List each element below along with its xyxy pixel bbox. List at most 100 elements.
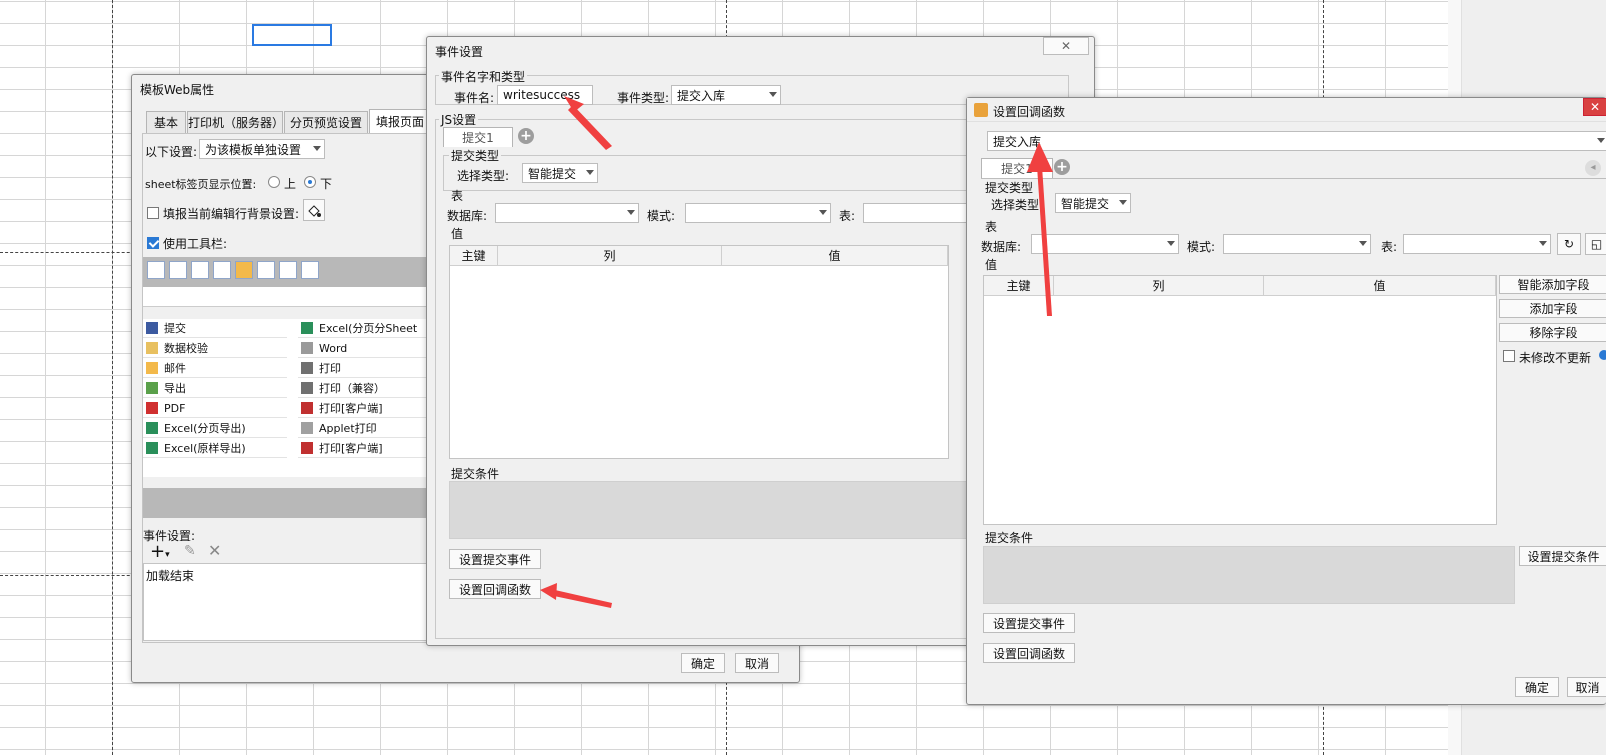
tab-divider [981, 178, 1606, 179]
tab-printer[interactable]: 打印机（服务器） [187, 111, 284, 133]
set-condition-button[interactable]: 设置提交条件 [1519, 546, 1606, 566]
add-event-button[interactable]: +▾ [150, 541, 170, 562]
event-type-label: 事件类型: [617, 91, 670, 105]
close-button[interactable]: ✕ [1043, 37, 1089, 55]
select-type-combo[interactable]: 智能提交 [1055, 193, 1131, 213]
sheet-pos-label: sheet标签页显示位置: [145, 178, 257, 191]
list-item[interactable]: 打印[客户端] [298, 439, 431, 458]
callback-dialog: 设置回调函数 ✕ 提交入库 提交1 + ◂ 提交类型 选择类型: 智能提交 表 … [966, 97, 1606, 705]
column-header[interactable]: 主键 [984, 276, 1054, 296]
ok-button[interactable]: 确定 [1515, 677, 1559, 697]
value-table[interactable]: 主键 列 值 [983, 275, 1497, 525]
tab-basic[interactable]: 基本 [146, 111, 186, 133]
cancel-button[interactable]: 取消 [735, 653, 779, 673]
expand-button[interactable]: ◱ [1585, 233, 1606, 255]
column-header[interactable]: 列 [498, 246, 722, 266]
setting-value: 为该模板单独设置 [205, 142, 302, 157]
database-select[interactable] [1031, 234, 1179, 254]
table-select[interactable] [863, 203, 973, 223]
tab-submit1[interactable]: 提交1 [443, 127, 513, 147]
check-icon [169, 261, 187, 279]
list-item[interactable]: 打印（兼容） [298, 379, 431, 398]
list-item[interactable]: PDF [143, 399, 287, 418]
table-label: 表: [839, 209, 856, 223]
chevron-down-icon [627, 210, 635, 215]
set-callback-button[interactable]: 设置回调函数 [449, 579, 541, 599]
js-group-label: JS设置 [439, 111, 479, 128]
setting-select[interactable]: 为该模板单独设置 [199, 139, 325, 159]
set-submit-event-button[interactable]: 设置提交事件 [983, 613, 1075, 633]
condition-area[interactable] [983, 546, 1515, 604]
column-header[interactable]: 列 [1054, 276, 1264, 296]
save-icon [147, 261, 165, 279]
cancel-button[interactable]: 取消 [1567, 677, 1606, 697]
list-item[interactable]: Excel(分页分Sheet [298, 319, 431, 338]
list-item[interactable]: Applet打印 [298, 419, 431, 438]
bg-setting-checkbox[interactable] [147, 207, 159, 219]
radio-up-label: 上 [284, 177, 297, 191]
list-item[interactable]: 打印 [298, 359, 431, 378]
list-item[interactable]: 导出 [143, 379, 287, 398]
tab-page-preview[interactable]: 分页预览设置 [284, 111, 368, 133]
event-item[interactable]: 加载结束 [146, 567, 194, 584]
database-select[interactable] [495, 203, 639, 223]
printer-icon [301, 382, 313, 394]
table-select[interactable] [1403, 234, 1551, 254]
toolbar-item-list[interactable]: 提交 数据校验 邮件 导出 PDF Excel(分页导出) Excel(原样导出… [143, 319, 431, 477]
smart-add-field-button[interactable]: 智能添加字段 [1499, 275, 1606, 294]
paint-bucket-button[interactable] [303, 199, 325, 221]
add-field-button[interactable]: 添加字段 [1499, 299, 1606, 318]
column-header[interactable]: 值 [1264, 276, 1496, 296]
event-type-select[interactable]: 提交入库 [671, 85, 781, 105]
callback-type-select[interactable]: 提交入库 [987, 131, 1606, 151]
set-callback-button[interactable]: 设置回调函数 [983, 643, 1075, 663]
table-label: 表: [1381, 240, 1398, 254]
refresh-button[interactable]: ↻ [1557, 233, 1581, 255]
event-name-label: 事件名: [454, 91, 495, 105]
scroll-left-icon[interactable]: ◂ [1585, 160, 1601, 176]
paint-bucket-icon [308, 205, 321, 217]
info-icon[interactable] [1599, 350, 1606, 360]
toolbar-checkbox[interactable] [147, 237, 159, 249]
add-tab-icon[interactable]: + [1054, 159, 1070, 175]
printer-icon [191, 261, 209, 279]
list-item[interactable]: Excel(分页导出) [143, 419, 287, 438]
check-icon [146, 342, 158, 354]
excel-icon [301, 322, 313, 334]
select-type-combo[interactable]: 智能提交 [522, 163, 598, 183]
tab-fill-page[interactable]: 填报页面 [369, 109, 431, 133]
mode-select[interactable] [1223, 234, 1371, 254]
toolbar-preview [143, 257, 431, 287]
save-icon [146, 322, 158, 334]
radio-up[interactable] [268, 176, 280, 188]
value-group-label: 值 [451, 227, 464, 241]
event-name-input[interactable]: writesuccess [497, 85, 593, 105]
column-header[interactable]: 主键 [450, 246, 498, 266]
value-table[interactable]: 主键 列 值 [449, 245, 949, 459]
ok-button[interactable]: 确定 [681, 653, 725, 673]
radio-down-label: 下 [320, 177, 333, 191]
select-type-label: 选择类型: [457, 169, 510, 183]
no-update-checkbox[interactable] [1503, 350, 1515, 362]
close-icon: ✕ [1060, 39, 1072, 53]
close-icon[interactable]: ✕ [208, 541, 221, 560]
set-submit-event-button[interactable]: 设置提交事件 [449, 549, 541, 569]
list-item[interactable]: 打印[客户端] [298, 399, 431, 418]
close-button[interactable]: ✕ [1583, 98, 1606, 116]
remove-field-button[interactable]: 移除字段 [1499, 323, 1606, 342]
selected-cell[interactable] [252, 24, 332, 46]
add-tab-icon[interactable]: + [518, 128, 534, 144]
submit-type-label: 提交类型 [985, 181, 1034, 195]
tab-submit1[interactable]: 提交1 [981, 158, 1053, 178]
column-header[interactable]: 值 [722, 246, 948, 266]
list-item[interactable]: Word [298, 339, 431, 358]
list-item[interactable]: 邮件 [143, 359, 287, 378]
list-item[interactable]: 数据校验 [143, 339, 287, 358]
mode-select[interactable] [685, 203, 831, 223]
edit-icon[interactable]: ✎ [184, 543, 196, 559]
radio-down[interactable] [304, 176, 316, 188]
list-item[interactable]: 提交 [143, 319, 287, 338]
event-list[interactable]: 加载结束 [143, 563, 431, 641]
list-item[interactable]: Excel(原样导出) [143, 439, 287, 458]
condition-area[interactable] [449, 481, 1049, 539]
